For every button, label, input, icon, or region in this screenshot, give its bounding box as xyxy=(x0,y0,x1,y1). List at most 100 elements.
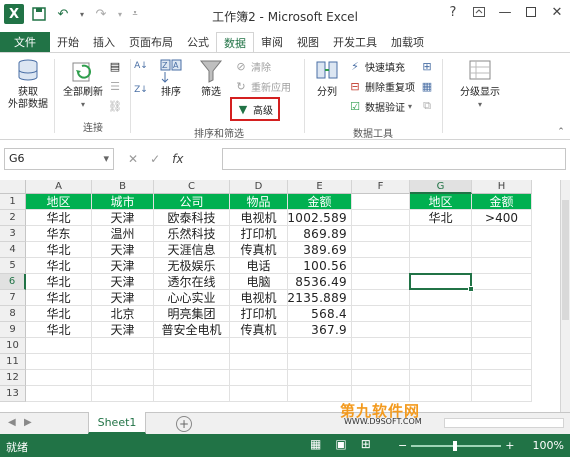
table-data-cell[interactable]: 无极娱乐 xyxy=(154,258,230,274)
page-layout-view-icon[interactable]: ▣ xyxy=(335,437,346,451)
flash-fill-button[interactable]: ⚡ 快速填充 xyxy=(348,59,405,74)
cell[interactable] xyxy=(352,354,410,370)
table-data-cell[interactable]: 打印机 xyxy=(230,226,288,242)
cancel-icon[interactable]: ✕ xyxy=(128,152,138,166)
table-header-cell[interactable]: 物品 xyxy=(230,194,288,210)
cell[interactable] xyxy=(154,338,230,354)
cell[interactable] xyxy=(352,322,410,338)
connections-button[interactable]: ▤ xyxy=(108,59,122,73)
cell[interactable] xyxy=(352,210,410,226)
properties-button[interactable]: ☰ xyxy=(108,79,122,93)
row-header-3[interactable]: 3 xyxy=(0,226,26,242)
zoom-level[interactable]: 100% xyxy=(533,439,564,452)
next-sheet-icon[interactable]: ▶ xyxy=(24,417,32,428)
table-data-cell[interactable]: 1002.589 xyxy=(288,210,352,226)
cell[interactable] xyxy=(26,370,92,386)
table-data-cell[interactable]: 华北 xyxy=(26,274,92,290)
cell[interactable] xyxy=(352,338,410,354)
name-box-dropdown-icon[interactable]: ▾ xyxy=(103,152,109,165)
table-data-cell[interactable]: 电话 xyxy=(230,258,288,274)
cell[interactable] xyxy=(154,354,230,370)
table-header-cell[interactable]: 地区 xyxy=(26,194,92,210)
sort-ascending-button[interactable]: A↓ xyxy=(134,59,148,73)
cell[interactable] xyxy=(410,370,472,386)
cell[interactable] xyxy=(410,322,472,338)
cell[interactable] xyxy=(352,370,410,386)
row-header-8[interactable]: 8 xyxy=(0,306,26,322)
reapply-button[interactable]: ↻ 重新应用 xyxy=(234,79,291,94)
table-data-cell[interactable]: 明亮集团 xyxy=(154,306,230,322)
criteria-header-cell[interactable]: 地区 xyxy=(410,194,472,210)
tab-developer[interactable]: 开发工具 xyxy=(326,32,384,52)
cell[interactable] xyxy=(26,386,92,402)
table-data-cell[interactable]: 传真机 xyxy=(230,322,288,338)
cell[interactable] xyxy=(410,290,472,306)
table-data-cell[interactable]: 华北 xyxy=(26,258,92,274)
row-header-4[interactable]: 4 xyxy=(0,242,26,258)
cell[interactable] xyxy=(352,242,410,258)
tab-add-ins[interactable]: 加载项 xyxy=(384,32,431,52)
table-data-cell[interactable]: 心心实业 xyxy=(154,290,230,306)
table-data-cell[interactable]: 华东 xyxy=(26,226,92,242)
table-data-cell[interactable]: 2135.889 xyxy=(288,290,352,306)
zoom-out-icon[interactable]: − xyxy=(398,439,407,452)
criteria-value-cell[interactable]: 华北 xyxy=(410,210,472,226)
criteria-value-cell[interactable]: >400 xyxy=(472,210,532,226)
table-data-cell[interactable]: 天津 xyxy=(92,258,154,274)
table-data-cell[interactable]: 367.9 xyxy=(288,322,352,338)
table-header-cell[interactable]: 公司 xyxy=(154,194,230,210)
text-to-columns-button[interactable]: 分列 xyxy=(310,57,344,99)
cell[interactable] xyxy=(472,354,532,370)
active-cell-selection[interactable] xyxy=(409,273,474,292)
cell[interactable] xyxy=(410,354,472,370)
fill-handle[interactable] xyxy=(468,286,474,292)
remove-duplicates-button[interactable]: ⊟ 删除重复项 xyxy=(348,79,415,94)
name-box[interactable]: G6 ▾ xyxy=(4,148,114,170)
cell[interactable] xyxy=(92,386,154,402)
refresh-all-button[interactable]: 全部刷新 ▾ xyxy=(58,57,108,111)
table-data-cell[interactable]: 北京 xyxy=(92,306,154,322)
table-data-cell[interactable]: 欧泰科技 xyxy=(154,210,230,226)
cell[interactable] xyxy=(92,370,154,386)
cell[interactable] xyxy=(472,338,532,354)
cell[interactable] xyxy=(410,226,472,242)
table-data-cell[interactable]: 打印机 xyxy=(230,306,288,322)
cell[interactable] xyxy=(352,194,410,210)
table-data-cell[interactable]: 华北 xyxy=(26,322,92,338)
what-if-button[interactable]: ▦ xyxy=(420,79,434,93)
row-header-9[interactable]: 9 xyxy=(0,322,26,338)
column-header-a[interactable]: A xyxy=(26,180,92,194)
table-data-cell[interactable]: 电脑 xyxy=(230,274,288,290)
cell[interactable] xyxy=(352,274,410,290)
criteria-header-cell[interactable]: 金额 xyxy=(472,194,532,210)
table-data-cell[interactable]: 华北 xyxy=(26,242,92,258)
table-data-cell[interactable]: 华北 xyxy=(26,306,92,322)
row-header-1[interactable]: 1 xyxy=(0,194,26,210)
minimize-button[interactable]: — xyxy=(496,2,514,22)
table-data-cell[interactable]: 100.56 xyxy=(288,258,352,274)
zoom-slider[interactable] xyxy=(411,440,502,451)
relationships-button[interactable]: ⧉ xyxy=(420,99,434,113)
tab-data[interactable]: 数据 xyxy=(216,32,254,52)
clear-filter-button[interactable]: ⊘ 清除 xyxy=(234,59,271,74)
row-header-7[interactable]: 7 xyxy=(0,290,26,306)
row-header-13[interactable]: 13 xyxy=(0,386,26,402)
ribbon-display-options-icon[interactable] xyxy=(470,2,488,22)
row-header-5[interactable]: 5 xyxy=(0,258,26,274)
prev-sheet-icon[interactable]: ◀ xyxy=(8,417,16,428)
cell[interactable] xyxy=(26,338,92,354)
table-data-cell[interactable]: 天涯信息 xyxy=(154,242,230,258)
get-external-data-button[interactable]: 获取 外部数据 xyxy=(4,57,52,111)
cell[interactable] xyxy=(92,338,154,354)
cell[interactable] xyxy=(472,274,532,290)
cell[interactable] xyxy=(352,290,410,306)
close-button[interactable]: ✕ xyxy=(548,2,566,22)
column-header-e[interactable]: E xyxy=(288,180,352,194)
table-data-cell[interactable]: 天津 xyxy=(92,274,154,290)
table-data-cell[interactable]: 389.69 xyxy=(288,242,352,258)
sort-button[interactable]: ZA 排序 xyxy=(154,57,188,99)
table-header-cell[interactable]: 城市 xyxy=(92,194,154,210)
cell[interactable] xyxy=(472,226,532,242)
page-break-view-icon[interactable]: ⊞ xyxy=(361,437,371,451)
enter-icon[interactable]: ✓ xyxy=(150,152,160,166)
